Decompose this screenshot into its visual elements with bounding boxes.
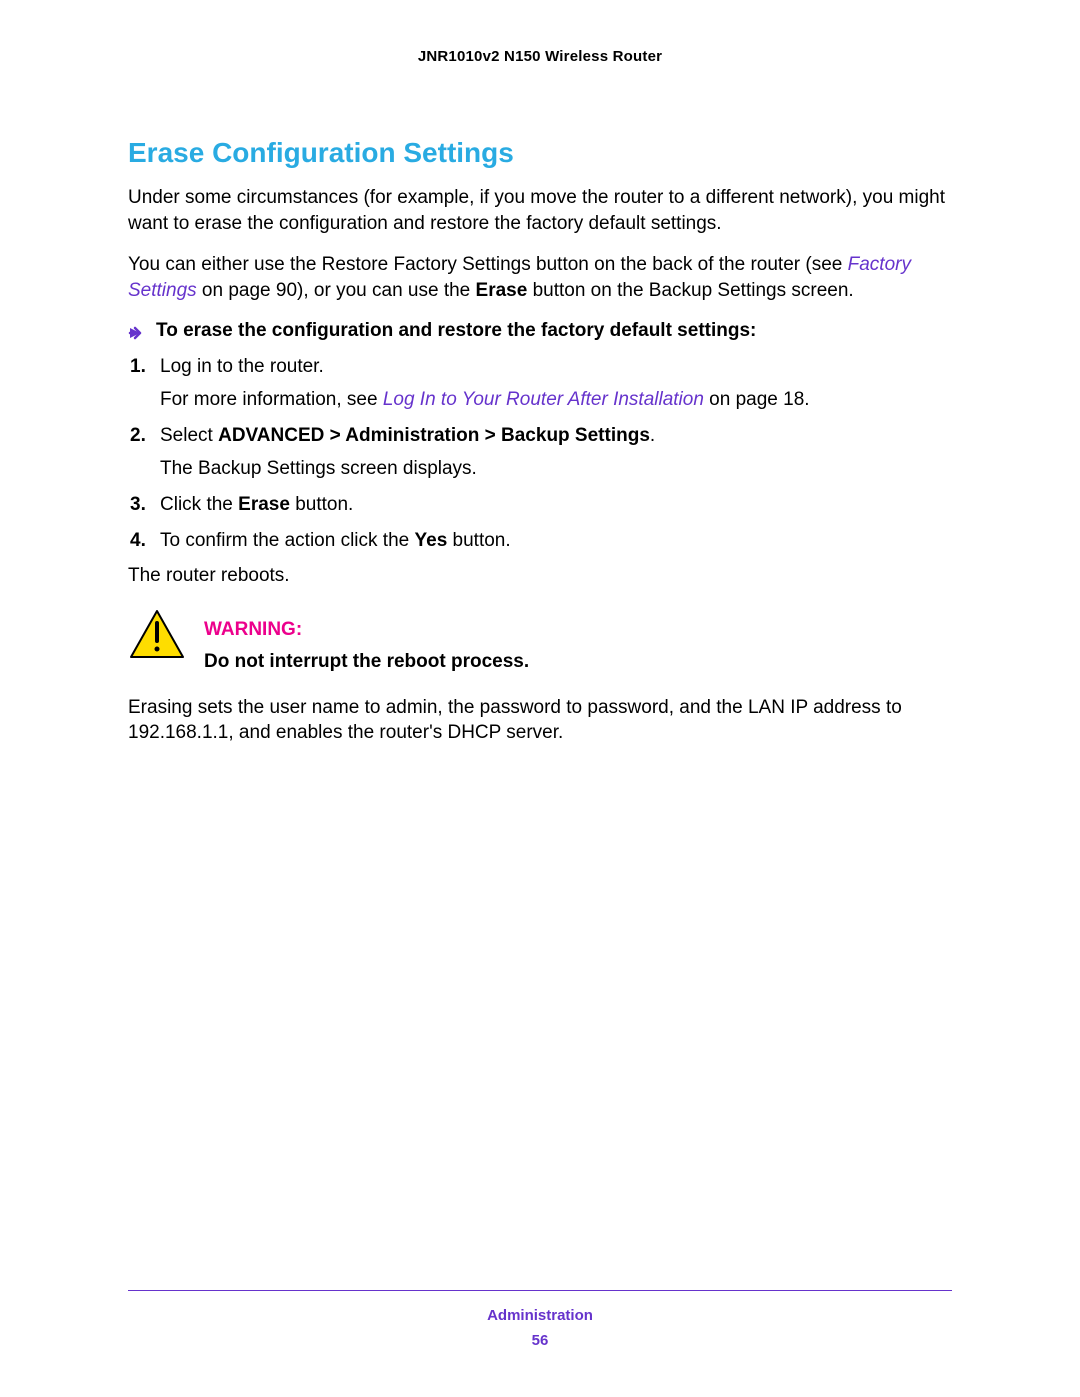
- step-1-extra-b: on page 18.: [704, 389, 810, 410]
- step-2-bold: ADVANCED > Administration > Backup Setti…: [218, 425, 650, 446]
- p2-text-a: You can either use the Restore Factory S…: [128, 254, 848, 275]
- step-2-text-b: .: [650, 425, 655, 446]
- step-number: 2.: [130, 423, 146, 449]
- step-number: 3.: [130, 492, 146, 518]
- section-title: Erase Configuration Settings: [128, 137, 952, 169]
- footer-section-name: Administration: [128, 1307, 952, 1324]
- step-4-text-a: To confirm the action click the: [160, 530, 415, 551]
- step-3: 3. Click the Erase button.: [130, 492, 952, 518]
- step-2-text-a: Select: [160, 425, 218, 446]
- step-2-extra: The Backup Settings screen displays.: [160, 456, 952, 482]
- page-header: JNR1010v2 N150 Wireless Router: [128, 48, 952, 65]
- step-3-text-b: button.: [290, 494, 353, 515]
- step-number: 1.: [130, 354, 146, 380]
- step-1-extra-a: For more information, see: [160, 389, 383, 410]
- conclusion-text: The router reboots.: [128, 563, 952, 589]
- intro-paragraph-1: Under some circumstances (for example, i…: [128, 185, 952, 236]
- warning-icon: [128, 609, 186, 661]
- login-link[interactable]: Log In to Your Router After Installation: [383, 389, 704, 410]
- step-number: 4.: [130, 528, 146, 554]
- step-1-extra: For more information, see Log In to Your…: [160, 387, 952, 413]
- warning-box: WARNING: Do not interrupt the reboot pro…: [128, 609, 952, 675]
- procedure-heading: To erase the configuration and restore t…: [128, 320, 952, 342]
- arrow-icon: [128, 324, 144, 346]
- intro-paragraph-2: You can either use the Restore Factory S…: [128, 252, 952, 303]
- procedure-heading-text: To erase the configuration and restore t…: [156, 320, 756, 341]
- step-4: 4. To confirm the action click the Yes b…: [130, 528, 952, 554]
- p2-text-b: on page 90), or you can use the: [197, 280, 476, 301]
- paragraph-3: Erasing sets the user name to admin, the…: [128, 695, 952, 746]
- step-1-text: Log in to the router.: [160, 356, 324, 377]
- warning-label: WARNING:: [204, 619, 952, 641]
- warning-body: Do not interrupt the reboot process.: [204, 649, 952, 675]
- footer-page-number: 56: [128, 1332, 952, 1349]
- step-3-bold: Erase: [238, 494, 290, 515]
- step-2: 2. Select ADVANCED > Administration > Ba…: [130, 423, 952, 482]
- p2-erase-bold: Erase: [476, 280, 528, 301]
- step-3-text-a: Click the: [160, 494, 238, 515]
- page-footer: Administration 56: [128, 1290, 952, 1349]
- step-4-text-b: button.: [447, 530, 510, 551]
- step-4-bold: Yes: [415, 530, 448, 551]
- p2-text-c: button on the Backup Settings screen.: [527, 280, 853, 301]
- header-title: JNR1010v2 N150 Wireless Router: [418, 48, 662, 65]
- step-1: 1. Log in to the router. For more inform…: [130, 354, 952, 413]
